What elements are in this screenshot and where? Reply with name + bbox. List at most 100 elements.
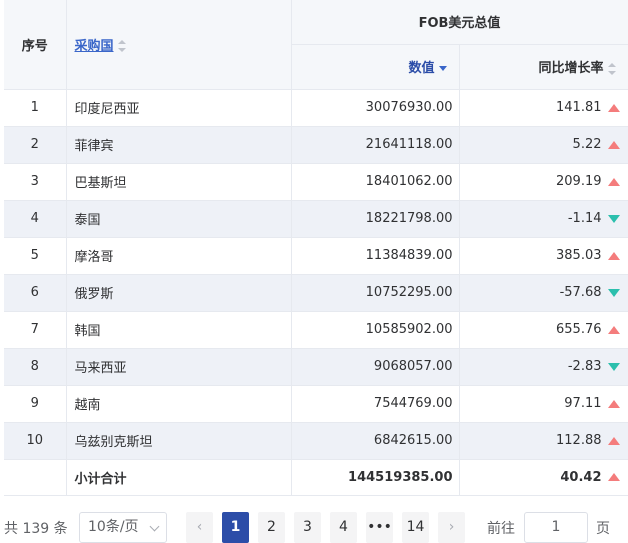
growth-value: 97.11 (564, 396, 602, 411)
growth-value: -57.68 (559, 285, 602, 300)
trend-down-icon (607, 288, 620, 297)
header-index: 序号 (4, 0, 67, 90)
cell-growth: 141.81 (459, 89, 628, 127)
cell-country: 印度尼西亚 (66, 89, 292, 127)
growth-value: 209.19 (556, 174, 602, 189)
trend-up-icon (607, 251, 620, 260)
table-row: 9 越南 7544769.00 97.11 (4, 385, 628, 423)
header-value[interactable]: 数值 (291, 44, 460, 90)
table-row: 5 摩洛哥 11384839.00 385.03 (4, 237, 628, 275)
header-value-label[interactable]: 数值 (408, 61, 434, 76)
page-size-value: 10条/页 (88, 519, 139, 535)
page-button[interactable]: 14 (402, 512, 429, 543)
sort-icon[interactable] (607, 62, 616, 75)
header-country-label[interactable]: 采购国 (75, 39, 114, 54)
growth-value: 112.88 (556, 433, 602, 448)
cell-index: 10 (4, 422, 67, 460)
table-row: 3 巴基斯坦 18401062.00 209.19 (4, 163, 628, 201)
cell-country: 越南 (66, 385, 292, 423)
prev-page-button[interactable]: ‹ (186, 512, 213, 543)
cell-index: 6 (4, 274, 67, 312)
cell-value: 9068057.00 (291, 348, 460, 386)
table-row: 4 泰国 18221798.00 -1.14 (4, 200, 628, 238)
cell-index (4, 459, 67, 496)
cell-country: 泰国 (66, 200, 292, 238)
cell-value: 18401062.00 (291, 163, 460, 201)
pagination-total: 共 139 条 (4, 521, 68, 537)
cell-country: 俄罗斯 (66, 274, 292, 312)
cell-growth: 655.76 (459, 311, 628, 349)
goto-page-input[interactable]: 1 (524, 512, 588, 543)
cell-index: 7 (4, 311, 67, 349)
cell-country: 乌兹别克斯坦 (66, 422, 292, 460)
cell-value: 10752295.00 (291, 274, 460, 312)
header-country[interactable]: 采购国 (66, 0, 292, 90)
cell-index: 9 (4, 385, 67, 423)
cell-index: 4 (4, 200, 67, 238)
cell-index: 5 (4, 237, 67, 275)
cell-value: 144519385.00 (291, 459, 460, 496)
cell-index: 3 (4, 163, 67, 201)
page-button[interactable]: 1 (222, 512, 249, 543)
table-row: 2 菲律宾 21641118.00 5.22 (4, 126, 628, 164)
cell-index: 8 (4, 348, 67, 386)
total-row: 小计合计 144519385.00 40.42 (4, 459, 628, 496)
cell-growth: -57.68 (459, 274, 628, 312)
growth-value: 40.42 (560, 469, 602, 485)
chevron-right-icon: › (448, 519, 455, 535)
goto-unit: 页 (596, 521, 610, 537)
more-pages-button[interactable]: ••• (366, 512, 393, 543)
table-row: 10 乌兹别克斯坦 6842615.00 112.88 (4, 422, 628, 460)
next-page-button[interactable]: › (438, 512, 465, 543)
growth-value: 141.81 (556, 100, 602, 115)
header-fob-group: FOB美元总值 (291, 0, 628, 45)
cell-country: 摩洛哥 (66, 237, 292, 275)
table-row: 8 马来西亚 9068057.00 -2.83 (4, 348, 628, 386)
cell-value: 7544769.00 (291, 385, 460, 423)
page-button[interactable]: 4 (330, 512, 357, 543)
table-row: 6 俄罗斯 10752295.00 -57.68 (4, 274, 628, 312)
page-button[interactable]: 2 (258, 512, 285, 543)
header-growth[interactable]: 同比增长率 (459, 44, 628, 90)
cell-growth: 385.03 (459, 237, 628, 275)
trend-up-icon (607, 177, 620, 186)
cell-value: 21641118.00 (291, 126, 460, 164)
cell-country: 小计合计 (66, 459, 292, 496)
page-size-select[interactable]: 10条/页 (79, 512, 167, 543)
cell-growth: 40.42 (459, 459, 628, 496)
table-row: 1 印度尼西亚 30076930.00 141.81 (4, 89, 628, 127)
chevron-left-icon: ‹ (196, 519, 203, 535)
goto-label: 前往 (487, 521, 515, 537)
cell-value: 11384839.00 (291, 237, 460, 275)
trend-up-icon (607, 399, 620, 408)
cell-country: 巴基斯坦 (66, 163, 292, 201)
cell-country: 马来西亚 (66, 348, 292, 386)
growth-value: -2.83 (567, 359, 602, 374)
cell-index: 2 (4, 126, 67, 164)
sort-icon[interactable] (117, 40, 126, 53)
cell-growth: 112.88 (459, 422, 628, 460)
trend-up-icon (607, 140, 620, 149)
trend-down-icon (607, 214, 620, 223)
cell-growth: -1.14 (459, 200, 628, 238)
cell-country: 菲律宾 (66, 126, 292, 164)
growth-value: 385.03 (556, 248, 602, 263)
header-growth-label[interactable]: 同比增长率 (538, 61, 603, 76)
cell-value: 10585902.00 (291, 311, 460, 349)
cell-index: 1 (4, 89, 67, 127)
growth-value: 5.22 (572, 137, 602, 152)
cell-value: 30076930.00 (291, 89, 460, 127)
growth-value: -1.14 (567, 211, 602, 226)
sort-desc-icon[interactable] (438, 66, 447, 71)
cell-growth: 97.11 (459, 385, 628, 423)
cell-value: 18221798.00 (291, 200, 460, 238)
cell-country: 韩国 (66, 311, 292, 349)
cell-growth: 209.19 (459, 163, 628, 201)
table-row: 7 韩国 10585902.00 655.76 (4, 311, 628, 349)
cell-value: 6842615.00 (291, 422, 460, 460)
chevron-down-icon (149, 521, 160, 532)
page-button[interactable]: 3 (294, 512, 321, 543)
trend-up-icon (607, 103, 620, 112)
trend-up-icon (607, 436, 620, 445)
trend-up-icon (607, 473, 620, 481)
